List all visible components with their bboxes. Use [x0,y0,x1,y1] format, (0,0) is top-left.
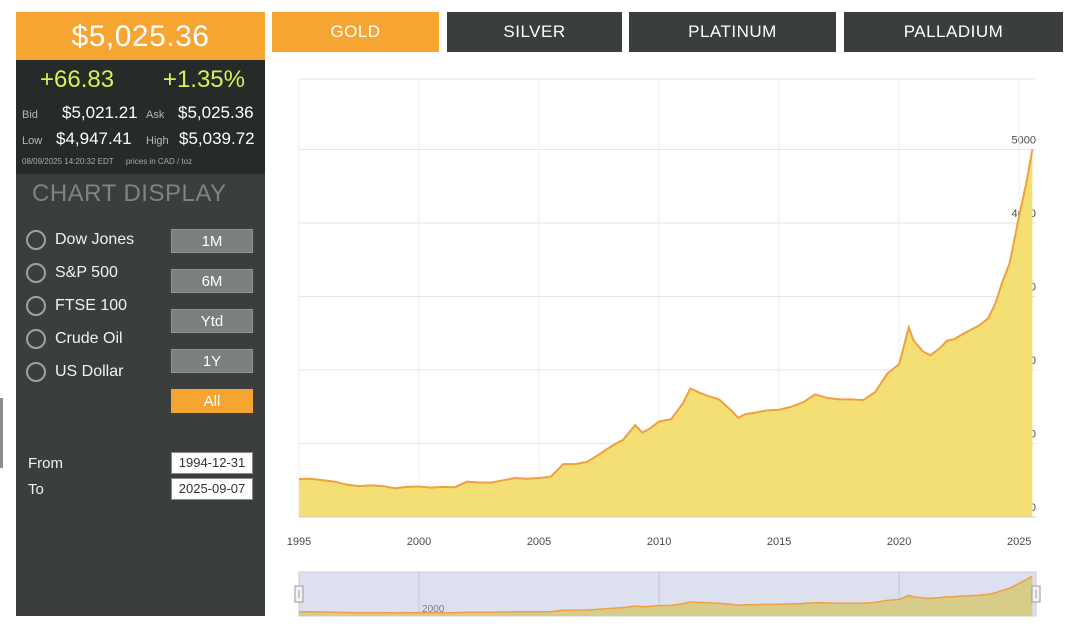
y-tick-label: 5000 [1012,135,1036,147]
x-tick-label: 2000 [407,536,431,548]
x-tick-label: 2025 [1007,536,1031,548]
x-tick-label: 2015 [767,536,791,548]
x-tick-label: 2020 [887,536,911,548]
x-tick-label: 1995 [287,536,311,548]
x-tick-label: 2005 [527,536,551,548]
x-tick-label: 2010 [647,536,671,548]
price-chart: 0100020003000400050001995200020052010201… [287,78,1041,617]
gold-price-widget: $5,025.36 +66.83 +1.35% Bid $5,021.21 As… [0,0,1080,630]
